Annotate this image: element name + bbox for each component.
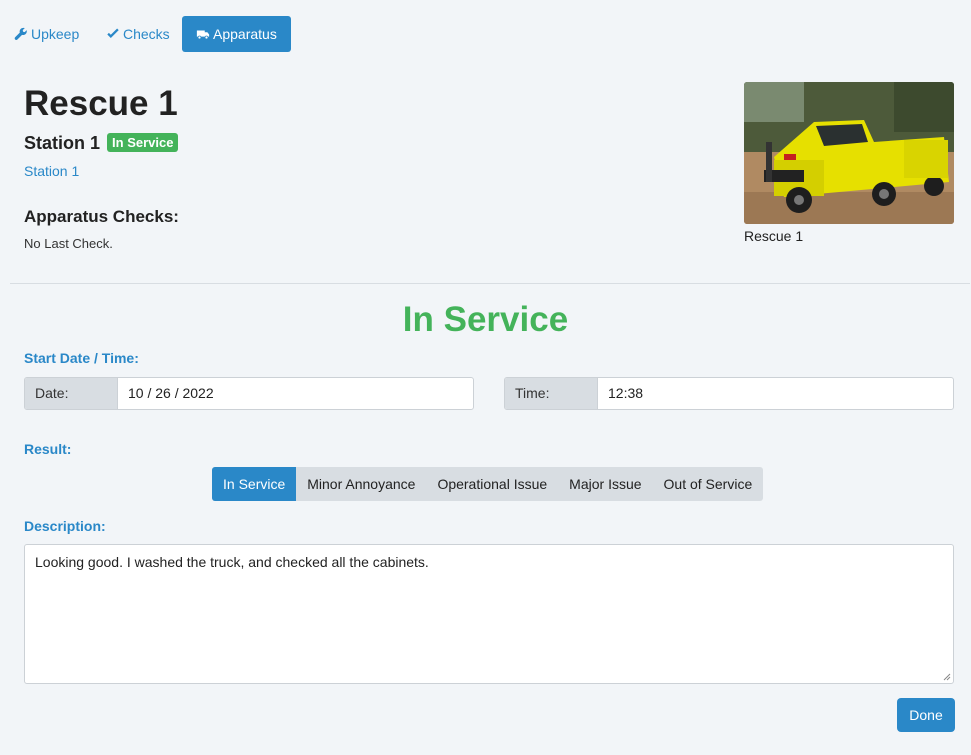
resize-grip-icon[interactable] (943, 673, 951, 681)
date-addon-label: Date: (25, 378, 118, 409)
apparatus-photo (744, 82, 954, 224)
result-segmented-control: In Service Minor Annoyance Operational I… (212, 467, 764, 501)
nav-upkeep-link[interactable]: Upkeep (14, 16, 79, 52)
apparatus-title: Rescue 1 (24, 84, 178, 123)
last-check-text: No Last Check. (24, 236, 113, 251)
time-input-group: Time: 12:38 (504, 377, 954, 410)
nav-upkeep-label: Upkeep (31, 26, 80, 42)
result-in-service-button[interactable]: In Service (212, 467, 297, 501)
description-text: Looking good. I washed the truck, and ch… (35, 554, 429, 570)
result-out-of-service-button[interactable]: Out of Service (653, 467, 764, 501)
result-major-issue-button[interactable]: Major Issue (558, 467, 652, 501)
result-minor-annoyance-button[interactable]: Minor Annoyance (296, 467, 426, 501)
station-link[interactable]: Station 1 (24, 163, 79, 179)
check-icon (106, 18, 120, 38)
truck-icon (196, 18, 210, 40)
nav-checks-link[interactable]: Checks (106, 16, 170, 52)
section-divider (10, 283, 970, 284)
date-input-group: Date: 10 / 26 / 2022 (24, 377, 474, 410)
wrench-icon (14, 18, 28, 40)
done-button[interactable]: Done (897, 698, 955, 732)
status-badge: In Service (107, 133, 179, 152)
nav-apparatus-label: Apparatus (213, 26, 277, 42)
description-label: Description: (24, 518, 106, 534)
nav-apparatus-link[interactable]: Apparatus (182, 16, 291, 52)
station-subtitle: Station 1 In Service (24, 132, 179, 154)
time-addon-label: Time: (505, 378, 598, 409)
description-textarea[interactable]: Looking good. I washed the truck, and ch… (24, 544, 954, 684)
nav-checks-label: Checks (123, 26, 170, 42)
start-datetime-label: Start Date / Time: (24, 350, 139, 366)
station-name: Station 1 (24, 133, 101, 153)
date-input[interactable]: 10 / 26 / 2022 (118, 378, 473, 409)
top-nav: Upkeep Checks Apparatus (0, 16, 971, 52)
time-input[interactable]: 12:38 (598, 378, 953, 409)
result-label: Result: (24, 441, 72, 457)
photo-caption: Rescue 1 (744, 228, 804, 244)
apparatus-checks-heading: Apparatus Checks: (24, 207, 179, 226)
status-heading: In Service (402, 300, 569, 339)
result-operational-issue-button[interactable]: Operational Issue (426, 467, 558, 501)
